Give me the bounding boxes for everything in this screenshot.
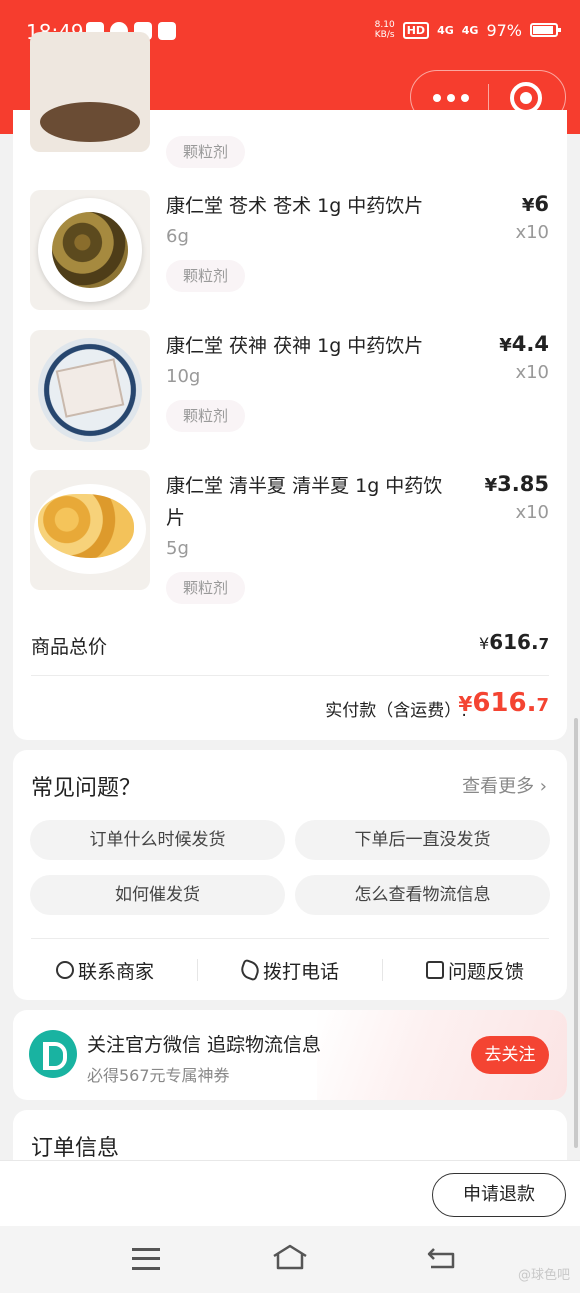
net-speed: 8.10 KB/s [374, 20, 395, 40]
goods-total-value: ¥616.7 [479, 630, 549, 654]
goods-tag-partial: 颗粒剂 [166, 136, 246, 168]
goods-price: ¥4.4 [499, 332, 549, 356]
follow-button[interactable]: 去关注 [471, 1036, 549, 1074]
total-int: 616. [489, 630, 539, 654]
goods-card: 颗粒剂 康仁堂 苍术 苍术 1g 中药饮片 6g 颗粒剂 ¥6 x10 康仁堂 … [13, 32, 567, 740]
chat-icon [55, 961, 74, 979]
goods-total-label: 商品总价 [31, 636, 108, 658]
faq-actions: 联系商家 拨打电话 问题反馈 [13, 950, 567, 990]
currency-symbol: ¥ [521, 195, 535, 216]
faq-chip[interactable]: 下单后一直没发货 [295, 820, 550, 860]
wechat-title: 关注官方微信 追踪物流信息 [87, 1034, 322, 1056]
goods-tag: 颗粒剂 [166, 400, 246, 432]
total-dec: 7 [538, 635, 549, 653]
map-pin-icon [158, 22, 176, 40]
pay-dec: 7 [536, 695, 549, 716]
divider [31, 938, 549, 939]
goods-image-partial[interactable] [30, 32, 150, 152]
divider [31, 675, 549, 676]
price-value: 3.85 [497, 472, 549, 496]
phone-icon [238, 958, 262, 982]
goods-image[interactable] [30, 190, 150, 310]
feedback-button[interactable]: 问题反馈 [383, 957, 567, 984]
call-phone-label: 拨打电话 [262, 960, 339, 983]
goods-spec: 10g [166, 366, 201, 387]
chevron-right-icon: › [534, 776, 547, 797]
watermark: @球色吧 [517, 1268, 570, 1283]
goods-spec: 6g [166, 226, 189, 247]
refund-button[interactable]: 申请退款 [432, 1173, 566, 1217]
faq-chip[interactable]: 如何催发货 [30, 875, 285, 915]
wechat-follow-card: 关注官方微信 追踪物流信息 必得567元专属神券 去关注 [13, 1010, 567, 1100]
signal-icon: 4G [437, 23, 454, 37]
battery-percent: 97% [486, 20, 522, 40]
order-info-title: 订单信息 [31, 1136, 120, 1161]
payment-label: 实付款（含运费）: [325, 701, 467, 721]
capsule-divider [488, 84, 489, 112]
pay-int: 616. [472, 688, 537, 718]
back-icon[interactable] [426, 1246, 456, 1270]
goods-qty: x10 [515, 362, 549, 383]
goods-name[interactable]: 康仁堂 清半夏 清半夏 1g 中药饮片 [166, 470, 456, 534]
goods-price: ¥3.85 [485, 472, 549, 496]
goods-name[interactable]: 康仁堂 茯神 茯神 1g 中药饮片 [166, 330, 456, 362]
goods-image[interactable] [30, 470, 150, 590]
hd-badge: HD [402, 21, 430, 39]
goods-qty: x10 [515, 222, 549, 243]
home-icon[interactable] [272, 1244, 308, 1270]
faq-chip[interactable]: 订单什么时候发货 [30, 820, 285, 860]
faq-title: 常见问题？ [31, 776, 142, 801]
status-right: 8.10 KB/s HD 4G 4G 97% [374, 20, 561, 40]
system-nav-bar: @球色吧 [0, 1226, 580, 1293]
goods-price: ¥6 [522, 192, 549, 216]
feedback-label: 问题反馈 [447, 960, 524, 983]
battery-icon [530, 23, 561, 37]
currency-symbol: ¥ [479, 634, 490, 653]
more-dots-icon[interactable] [431, 89, 471, 107]
contact-seller-button[interactable]: 联系商家 [13, 957, 197, 984]
currency-symbol: ¥ [458, 692, 473, 716]
faq-more-link[interactable]: 查看更多 › [462, 772, 547, 798]
faq-more-label: 查看更多 [462, 776, 535, 797]
signal-icon-2: 4G [461, 23, 479, 37]
goods-tag: 颗粒剂 [166, 572, 246, 604]
goods-qty: x10 [515, 502, 549, 523]
goods-name[interactable]: 康仁堂 苍术 苍术 1g 中药饮片 [166, 190, 456, 222]
price-value: 6 [534, 192, 549, 216]
faq-chip[interactable]: 怎么查看物流信息 [295, 875, 550, 915]
call-phone-button[interactable]: 拨打电话 [198, 957, 382, 984]
goods-tag: 颗粒剂 [166, 260, 246, 292]
contact-seller-label: 联系商家 [77, 960, 154, 983]
currency-symbol: ¥ [499, 335, 512, 356]
currency-symbol: ¥ [484, 475, 498, 496]
payment-value: ¥616.7 [458, 688, 549, 718]
wechat-subtitle: 必得567元专属神券 [87, 1066, 230, 1085]
scrollbar[interactable] [574, 718, 578, 1148]
bottom-action-bar: 申请退款 [0, 1160, 580, 1226]
menu-icon[interactable] [132, 1248, 160, 1270]
brand-logo-icon [29, 1030, 77, 1078]
edit-icon [425, 961, 444, 979]
goods-spec: 5g [166, 538, 189, 559]
faq-card: 常见问题？ 查看更多 › 订单什么时候发货 下单后一直没发货 如何催发货 怎么查… [13, 750, 567, 1000]
price-value: 4.4 [511, 332, 549, 356]
goods-image[interactable] [30, 330, 150, 450]
